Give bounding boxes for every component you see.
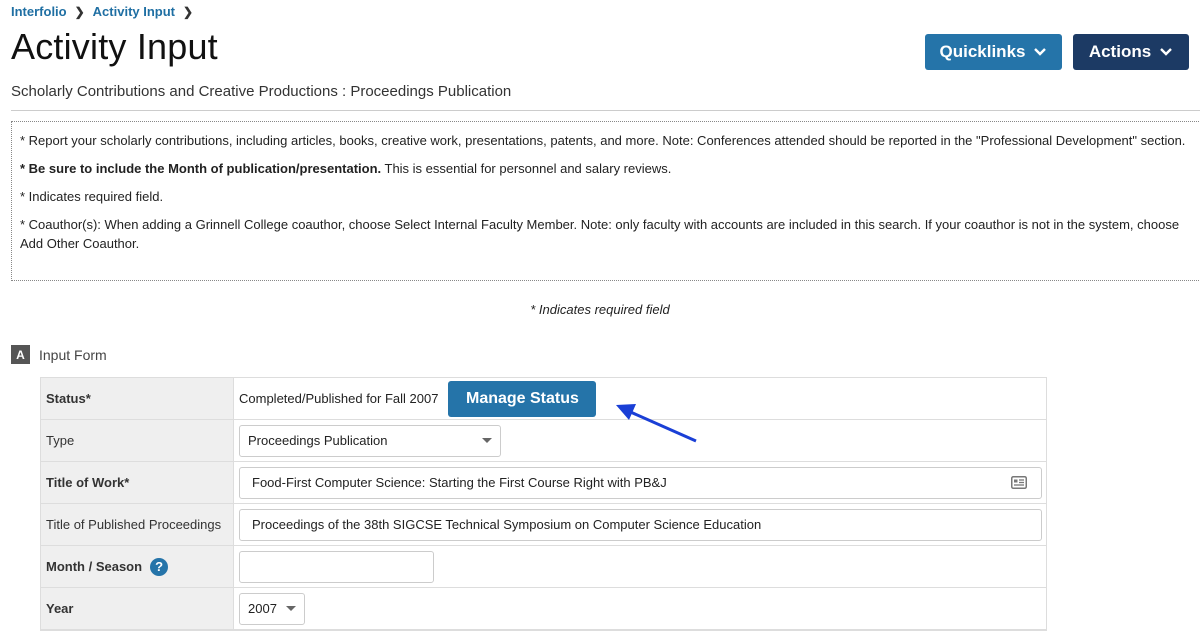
title-input[interactable]: Food-First Computer Science: Starting th… bbox=[239, 466, 1042, 499]
breadcrumb-interfolio[interactable]: Interfolio bbox=[11, 4, 67, 19]
page-title: Activity Input bbox=[11, 26, 218, 67]
actions-label: Actions bbox=[1088, 42, 1152, 61]
quicklinks-label: Quicklinks bbox=[939, 42, 1026, 61]
status-value: Completed/Published for Fall 2007 bbox=[239, 391, 439, 406]
section-badge: A bbox=[11, 345, 30, 364]
title-input-value: Food-First Computer Science: Starting th… bbox=[252, 475, 667, 490]
form-row-proceedings: Title of Published Proceedings Proceedin… bbox=[41, 504, 1046, 546]
required-field-note: * Indicates required field bbox=[530, 302, 670, 317]
manage-status-button[interactable]: Manage Status bbox=[448, 380, 597, 417]
proceedings-input-value: Proceedings of the 38th SIGCSE Technical… bbox=[252, 517, 762, 532]
month-input[interactable] bbox=[239, 550, 434, 583]
actions-button[interactable]: Actions bbox=[1073, 34, 1189, 70]
proceedings-label: Title of Published Proceedings bbox=[41, 504, 234, 545]
year-select-value: 2007 bbox=[248, 601, 277, 616]
type-select[interactable]: Proceedings Publication bbox=[239, 424, 501, 457]
form-row-type: Type Proceedings Publication bbox=[41, 420, 1046, 462]
chevron-down-icon bbox=[1160, 48, 1173, 56]
card-icon bbox=[1011, 476, 1027, 489]
type-label: Type bbox=[41, 420, 234, 461]
divider bbox=[11, 110, 1200, 111]
instruction-2-rest: This is essential for personnel and sala… bbox=[381, 161, 672, 176]
year-label: Year bbox=[41, 588, 234, 629]
instruction-2: * Be sure to include the Month of public… bbox=[20, 159, 1200, 178]
instruction-4: * Coauthor(s): When adding a Grinnell Co… bbox=[20, 217, 1180, 251]
form-row-month: Month / Season ? bbox=[41, 546, 1046, 588]
form-row-year: Year 2007 bbox=[41, 588, 1046, 630]
breadcrumb: Interfolio ❯ Activity Input ❯ bbox=[11, 4, 201, 19]
caret-down-icon bbox=[286, 606, 296, 611]
title-label: Title of Work* bbox=[41, 462, 234, 503]
help-icon[interactable]: ? bbox=[150, 557, 169, 576]
input-form: Status* Completed/Published for Fall 200… bbox=[40, 377, 1047, 631]
status-label: Status* bbox=[41, 378, 234, 419]
section-header: A Input Form bbox=[11, 345, 107, 364]
instruction-3: * Indicates required field. bbox=[20, 189, 164, 204]
year-select[interactable]: 2007 bbox=[239, 592, 305, 625]
breadcrumb-activity-input[interactable]: Activity Input bbox=[93, 4, 175, 19]
month-label-cell: Month / Season ? bbox=[41, 546, 234, 587]
form-row-title: Title of Work* Food-First Computer Scien… bbox=[41, 462, 1046, 504]
type-select-value: Proceedings Publication bbox=[248, 433, 388, 448]
form-row-status: Status* Completed/Published for Fall 200… bbox=[41, 378, 1046, 420]
instructions-box: * Report your scholarly contributions, i… bbox=[11, 121, 1200, 281]
quicklinks-button[interactable]: Quicklinks bbox=[925, 34, 1062, 70]
page-subtitle: Scholarly Contributions and Creative Pro… bbox=[11, 83, 512, 100]
chevron-right-icon: ❯ bbox=[183, 4, 194, 19]
arrow-annotation bbox=[616, 404, 697, 443]
section-label: Input Form bbox=[39, 346, 107, 363]
caret-down-icon bbox=[482, 438, 492, 443]
instruction-1: * Report your scholarly contributions, i… bbox=[20, 133, 1186, 148]
month-label: Month / Season bbox=[46, 559, 143, 574]
instruction-2-bold: * Be sure to include the Month of public… bbox=[20, 161, 382, 176]
chevron-right-icon: ❯ bbox=[74, 4, 85, 19]
chevron-down-icon bbox=[1034, 48, 1047, 56]
proceedings-input[interactable]: Proceedings of the 38th SIGCSE Technical… bbox=[239, 508, 1042, 541]
